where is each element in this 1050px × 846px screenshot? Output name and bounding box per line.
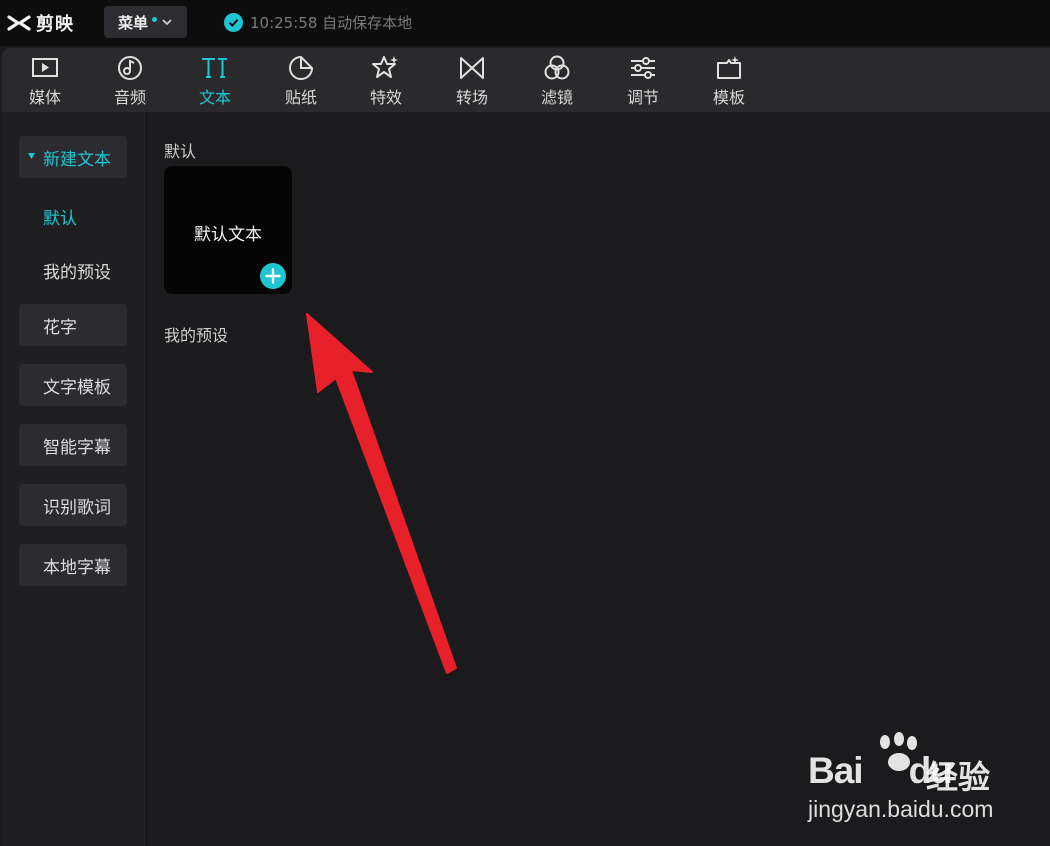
add-button[interactable] — [260, 263, 286, 289]
tab-transition[interactable]: 转场 — [437, 54, 507, 110]
resource-toolbar: 媒体 音频 文本 贴纸 特效 转场 滤镜 调节 模板 — [2, 48, 1050, 112]
filter-icon — [544, 55, 570, 80]
caret-down-icon — [28, 153, 35, 159]
sidebar-item-new-text[interactable]: 新建文本 — [19, 136, 127, 178]
menu-button[interactable]: 菜单 — [104, 6, 187, 38]
app-logo: 剪映 — [6, 10, 74, 36]
title-bar: 剪映 菜单 10:25:58 自动保存本地 — [0, 0, 1050, 46]
tab-text[interactable]: 文本 — [180, 54, 250, 110]
tab-label: 音频 — [113, 88, 146, 107]
tab-label: 特效 — [369, 88, 402, 107]
tab-label: 调节 — [626, 88, 659, 107]
paw-icon — [880, 732, 917, 771]
tab-template[interactable]: 模板 — [694, 54, 764, 110]
sidebar-item-text-template[interactable]: 文字模板 — [19, 364, 127, 406]
baidu-watermark: Bai du 经验 jingyan.baidu.com — [808, 732, 998, 828]
app-name: 剪映 — [36, 14, 74, 35]
tab-label: 滤镜 — [540, 88, 573, 107]
tab-audio[interactable]: 音频 — [95, 54, 165, 110]
sidebar-item-label: 本地字幕 — [43, 557, 111, 578]
template-icon — [717, 56, 741, 79]
capcut-logo-icon — [7, 15, 31, 31]
sticker-icon — [289, 55, 314, 80]
effects-icon — [372, 56, 398, 78]
tab-sticker[interactable]: 贴纸 — [266, 54, 336, 110]
tab-label: 贴纸 — [284, 88, 317, 107]
sidebar-item-label: 花字 — [43, 317, 77, 338]
section-title-my-presets: 我的预设 — [164, 326, 229, 345]
watermark-brand-cn: 经验 — [926, 758, 991, 796]
default-text-card[interactable]: 默认文本 — [164, 166, 292, 294]
plus-icon — [265, 268, 281, 284]
sidebar-item-label: 识别歌词 — [43, 497, 111, 518]
adjust-icon — [631, 57, 655, 79]
tab-adjust[interactable]: 调节 — [608, 54, 678, 110]
transition-icon — [460, 57, 484, 79]
sidebar-item-label: 文字模板 — [43, 377, 111, 398]
menu-label: 菜单 — [117, 13, 148, 32]
autosave-status: 10:25:58 自动保存本地 — [224, 12, 412, 33]
check-circle-icon — [224, 13, 243, 32]
update-dot-icon — [152, 16, 157, 22]
tab-label: 转场 — [455, 88, 488, 107]
tab-media[interactable]: 媒体 — [10, 54, 80, 110]
chevron-down-icon — [162, 19, 172, 26]
sidebar-sub-my-presets[interactable]: 我的预设 — [43, 258, 111, 283]
sidebar-sub-default[interactable]: 默认 — [43, 204, 77, 229]
sidebar-item-fancy-text[interactable]: 花字 — [19, 304, 127, 346]
tab-label: 文本 — [198, 88, 231, 107]
tab-filter[interactable]: 滤镜 — [522, 54, 592, 110]
autosave-text: 10:25:58 自动保存本地 — [250, 14, 413, 32]
sidebar-item-lyrics[interactable]: 识别歌词 — [19, 484, 127, 526]
card-label: 默认文本 — [194, 225, 262, 245]
category-sidebar: 新建文本 默认 我的预设 花字 文字模板 智能字幕 识别歌词 本地字幕 — [2, 112, 147, 846]
sidebar-item-auto-captions[interactable]: 智能字幕 — [19, 424, 127, 466]
tab-label: 模板 — [712, 88, 745, 107]
text-icon — [202, 58, 227, 78]
watermark-url: jingyan.baidu.com — [808, 796, 994, 822]
panel-frame — [2, 48, 1050, 846]
tab-effects[interactable]: 特效 — [351, 54, 421, 110]
section-title-default: 默认 — [164, 142, 197, 161]
sidebar-item-label: 新建文本 — [43, 149, 111, 170]
tab-label: 媒体 — [28, 88, 61, 107]
audio-icon — [118, 56, 142, 80]
sidebar-item-label: 智能字幕 — [43, 437, 111, 458]
sidebar-item-local-captions[interactable]: 本地字幕 — [19, 544, 127, 586]
media-icon — [32, 58, 58, 77]
